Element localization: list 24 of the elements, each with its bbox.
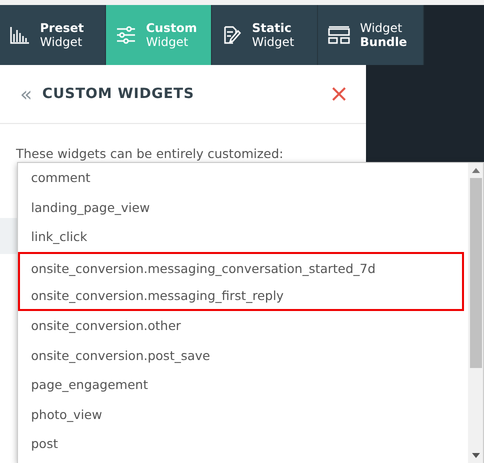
dropdown-option[interactable]: page_engagement xyxy=(18,370,464,400)
widget-tab[interactable]: Static Widget xyxy=(212,5,318,65)
close-icon[interactable] xyxy=(332,87,346,101)
dropdown-option[interactable]: onsite_conversion.messaging_first_reply xyxy=(18,281,464,311)
dropdown-option[interactable]: onsite_conversion.messaging_conversation_started_7d xyxy=(18,252,464,282)
scroll-down-icon[interactable] xyxy=(472,453,480,458)
sliders-icon xyxy=(116,26,136,44)
dropdown-option[interactable]: post xyxy=(18,429,464,459)
widget-tab[interactable]: Widget Bundle xyxy=(318,5,424,65)
description-text: These widgets can be entirely customized: xyxy=(15,145,284,161)
dropdown-option[interactable]: landing_page_view xyxy=(18,192,464,222)
edit-document-icon xyxy=(222,26,242,44)
bar-chart-icon xyxy=(10,26,30,44)
layout-icon xyxy=(328,26,350,44)
dropdown-option[interactable]: onsite_conversion.post_save xyxy=(18,340,464,370)
dropdown-option[interactable]: onsite_conversion.other xyxy=(18,310,464,341)
dropdown-option[interactable]: photo_view xyxy=(18,400,464,430)
scroll-up-icon[interactable] xyxy=(472,168,480,173)
widget-tab[interactable]: Preset Widget xyxy=(0,5,106,65)
scrollbar[interactable] xyxy=(468,163,483,463)
dropdown-option[interactable]: comment xyxy=(18,163,464,193)
panel-title: CUSTOM WIDGETS xyxy=(42,86,196,102)
dropdown-option[interactable]: link_click xyxy=(18,222,464,252)
list-row-background xyxy=(0,218,17,254)
